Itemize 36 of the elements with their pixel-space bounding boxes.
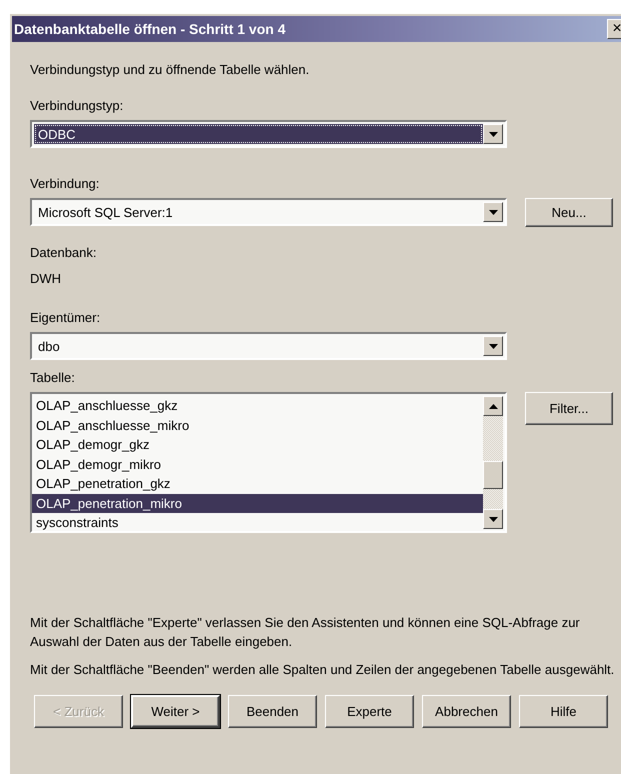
list-item[interactable]: OLAP_demogr_mikro xyxy=(32,454,483,474)
scroll-thumb[interactable] xyxy=(483,461,503,489)
close-button[interactable]: × xyxy=(607,19,621,39)
list-item[interactable]: OLAP_anschluesse_gkz xyxy=(32,396,483,416)
connection-type-dropdown[interactable]: ODBC xyxy=(30,120,507,148)
info-text: Mit der Schaltfläche "Beenden" werden alle Spalten und Zeilen der angegebenen Tabelle ausgewählt. xyxy=(30,661,615,679)
dropdown-value: ODBC xyxy=(34,124,483,144)
wizard-button[interactable]: Hilfe xyxy=(519,695,608,728)
info-text: Mit der Schaltfläche "Experte" verlassen Sie den Assistenten und können eine SQL-Abfrage zur Auswahl der Daten aus der Tabelle eingeben. xyxy=(30,614,581,651)
wizard-button[interactable]: Beenden xyxy=(228,695,317,728)
field-label: Eigentümer: xyxy=(30,310,102,326)
scroll-down-icon[interactable] xyxy=(483,509,503,529)
owner-dropdown[interactable]: dbo xyxy=(30,332,507,360)
scroll-up-icon[interactable] xyxy=(483,396,503,416)
list-item[interactable]: OLAP_penetration_mikro xyxy=(32,494,483,513)
list-item[interactable]: sysconstraints xyxy=(32,513,483,532)
list-item[interactable]: OLAP_anschluesse_mikro xyxy=(32,416,483,435)
connection-dropdown[interactable]: Microsoft SQL Server:1 xyxy=(30,198,507,226)
field-label: Datenbank: xyxy=(30,245,98,261)
list-item[interactable]: OLAP_demogr_gkz xyxy=(32,435,483,454)
dropdown-value: dbo xyxy=(37,338,61,356)
table-listbox[interactable]: OLAP_anschluesse_gkz OLAP_anschluesse_mikro OLAP_demogr_gkz OLAP_demogr_mikro OLAP_penetration_gkz OLAP_penetration_mikro sysconstraints xyxy=(30,392,507,533)
new-button[interactable]: Neu... xyxy=(525,198,613,227)
window-title: Datenbanktabelle öffnen - Schritt 1 von 4 xyxy=(14,21,286,37)
field-label: Verbindungstyp: xyxy=(30,98,124,114)
instruction-text: Verbindungstyp und zu öffnende Tabelle wählen. xyxy=(30,62,310,77)
database-value: DWH xyxy=(30,271,62,287)
list-item[interactable]: OLAP_penetration_gkz xyxy=(32,474,483,494)
scrollbar[interactable] xyxy=(483,394,503,531)
field-label: Verbindung: xyxy=(30,176,100,192)
wizard-button[interactable]: Experte xyxy=(325,695,414,728)
filter-button[interactable]: Filter... xyxy=(525,392,613,425)
wizard-button[interactable]: Weiter > xyxy=(131,695,220,728)
wizard-button[interactable]: Abbrechen xyxy=(422,695,511,728)
field-label: Tabelle: xyxy=(30,370,76,386)
dropdown-value: Microsoft SQL Server:1 xyxy=(37,204,174,222)
